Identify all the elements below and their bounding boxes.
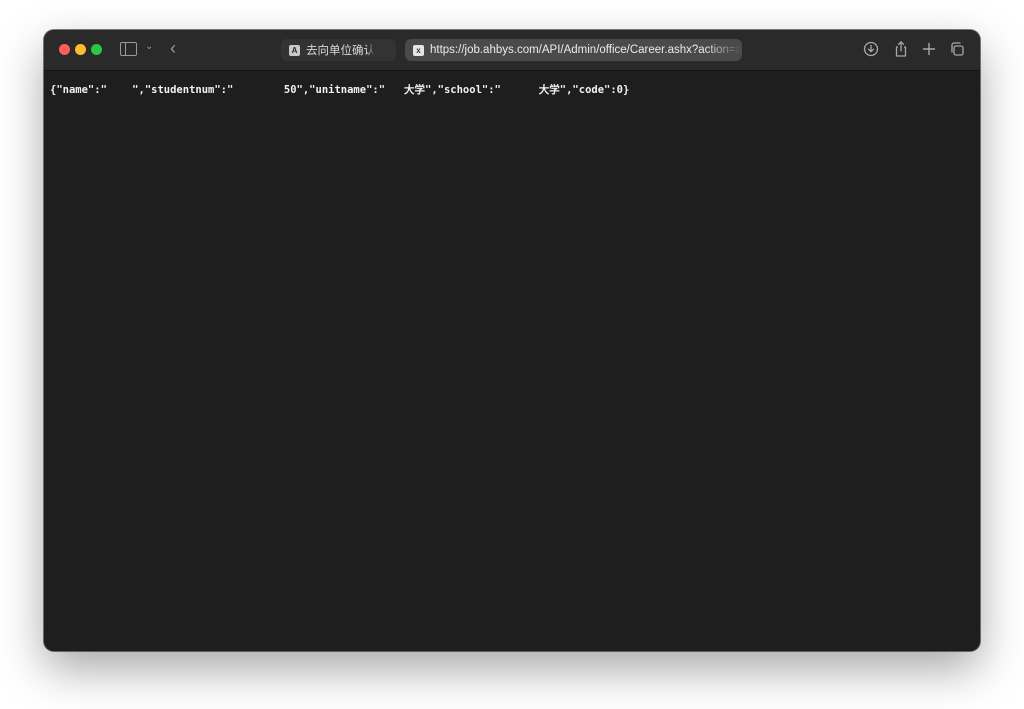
json-response-text: {"name":" ","studentnum":" 50","unitname… — [50, 84, 630, 96]
tab-favicon-icon: x — [413, 44, 424, 56]
plus-icon[interactable] — [920, 40, 938, 58]
tab-overview-icon[interactable] — [948, 40, 966, 58]
tab-destination-confirm[interactable]: A 去向单位确认 — [281, 39, 396, 61]
tab-active-url[interactable]: x https://job.ahbys.com/API/Admin/office… — [405, 39, 742, 61]
page-content: {"name":" ","studentnum":" 50","unitname… — [44, 71, 980, 651]
maximize-window-button[interactable] — [91, 44, 102, 55]
share-icon[interactable] — [892, 40, 910, 58]
tab-url: https://job.ahbys.com/API/Admin/office/C… — [430, 44, 742, 56]
back-chevron-icon[interactable]: ‹ — [170, 38, 176, 58]
close-window-button[interactable] — [59, 44, 70, 55]
browser-window: ⌄ ‹ A 去向单位确认 x https://job.ahbys.com/API… — [44, 30, 980, 651]
tab-favicon-icon: A — [289, 44, 300, 56]
minimize-window-button[interactable] — [75, 44, 86, 55]
download-icon[interactable] — [862, 40, 880, 58]
sidebar-icon[interactable] — [120, 42, 137, 56]
chevron-down-icon[interactable]: ⌄ — [145, 41, 153, 52]
tab-title: 去向单位确认 — [306, 45, 375, 57]
toolbar: ⌄ ‹ A 去向单位确认 x https://job.ahbys.com/API… — [44, 30, 980, 71]
